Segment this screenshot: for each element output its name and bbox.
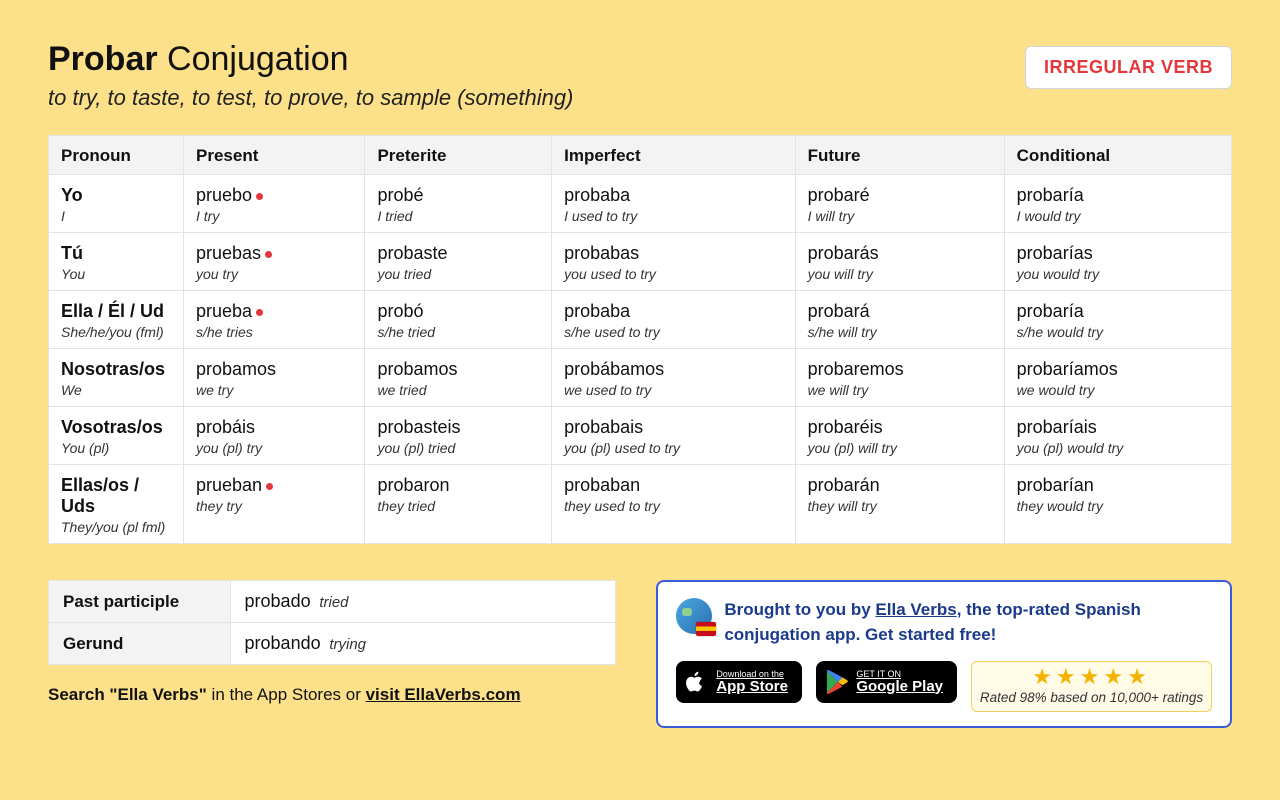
pronoun-cell: Vosotras/osYou (pl) <box>49 407 184 465</box>
table-row: YoIprueboI tryprobéI triedprobabaI used … <box>49 175 1232 233</box>
verb-definition: to try, to taste, to test, to prove, to … <box>48 85 573 111</box>
play-icon <box>826 670 848 694</box>
table-row: Past participle probado tried <box>49 581 616 623</box>
conjugation-cell: probabaI used to try <box>552 175 795 233</box>
verb-name: Probar <box>48 40 158 78</box>
promo-box: Brought to you by Ella Verbs, the top-ra… <box>656 580 1232 728</box>
conjugation-cell: pruebasyou try <box>184 233 365 291</box>
title-suffix: Conjugation <box>167 40 348 78</box>
past-participle-sub: tried <box>319 594 348 611</box>
conjugation-cell: pruebas/he tries <box>184 291 365 349</box>
gerund-sub: trying <box>329 636 366 653</box>
irregular-dot <box>265 251 272 258</box>
conjugation-cell: probasteyou tried <box>365 233 552 291</box>
conjugation-cell: prueboI try <box>184 175 365 233</box>
conjugation-cell: probarásyou will try <box>795 233 1004 291</box>
page-title: Probar Conjugation <box>48 40 573 79</box>
apple-icon <box>686 670 706 694</box>
conjugation-cell: probaríasyou would try <box>1004 233 1231 291</box>
rating-text: Rated 98% based on 10,000+ ratings <box>978 690 1205 705</box>
ellaverbs-link[interactable]: visit EllaVerbs.com <box>366 685 521 704</box>
irregular-badge: IRREGULAR VERB <box>1025 46 1232 89</box>
table-row: TúYoupruebasyou tryprobasteyou triedprob… <box>49 233 1232 291</box>
conjugation-cell: probamoswe tried <box>365 349 552 407</box>
app-icon <box>676 598 712 634</box>
conjugation-cell: probaríaI would try <box>1004 175 1231 233</box>
table-row: Ella / Él / UdShe/he/you (fml)pruebas/he… <box>49 291 1232 349</box>
conjugation-cell: probaremoswe will try <box>795 349 1004 407</box>
conjugation-cell: probaréI will try <box>795 175 1004 233</box>
column-header: Future <box>795 136 1004 175</box>
conjugation-cell: probabas/he used to try <box>552 291 795 349</box>
conjugation-cell: probarías/he would try <box>1004 291 1231 349</box>
promo-text: Brought to you by Ella Verbs, the top-ra… <box>724 598 1212 647</box>
pronoun-cell: Ellas/os / UdsThey/you (pl fml) <box>49 465 184 544</box>
irregular-dot <box>266 483 273 490</box>
pronoun-cell: Nosotras/osWe <box>49 349 184 407</box>
gerund-cell: probando trying <box>230 623 616 665</box>
table-row: Nosotras/osWeprobamoswe tryprobamoswe tr… <box>49 349 1232 407</box>
promo-prefix: Brought to you by <box>724 600 875 619</box>
search-middle: in the App Stores or <box>207 685 366 704</box>
conjugation-cell: probáisyou (pl) try <box>184 407 365 465</box>
conjugation-cell: probasteisyou (pl) tried <box>365 407 552 465</box>
irregular-dot <box>256 193 263 200</box>
gerund-value: probando <box>245 633 321 653</box>
column-header: Pronoun <box>49 136 184 175</box>
pronoun-cell: TúYou <box>49 233 184 291</box>
conjugation-cell: probabasyou used to try <box>552 233 795 291</box>
app-store-button[interactable]: Download on the App Store <box>676 661 802 703</box>
appstore-big: App Store <box>716 679 788 696</box>
past-participle-value: probado <box>245 591 311 611</box>
column-header: Present <box>184 136 365 175</box>
irregular-dot <box>256 309 263 316</box>
conjugation-cell: probéI tried <box>365 175 552 233</box>
search-instruction: Search "Ella Verbs" in the App Stores or… <box>48 685 616 705</box>
conjugation-cell: probábamoswe used to try <box>552 349 795 407</box>
past-participle-cell: probado tried <box>230 581 616 623</box>
conjugation-cell: probaríaisyou (pl) would try <box>1004 407 1231 465</box>
column-header: Imperfect <box>552 136 795 175</box>
past-participle-label: Past participle <box>49 581 231 623</box>
promo-link[interactable]: Ella Verbs <box>875 600 956 619</box>
conjugation-cell: probaríamoswe would try <box>1004 349 1231 407</box>
pronoun-cell: Ella / Él / UdShe/he/you (fml) <box>49 291 184 349</box>
conjugation-cell: probaríanthey would try <box>1004 465 1231 544</box>
conjugation-cell: probós/he tried <box>365 291 552 349</box>
table-row: Gerund probando trying <box>49 623 616 665</box>
table-row: Ellas/os / UdsThey/you (pl fml)pruebanth… <box>49 465 1232 544</box>
conjugation-cell: probarás/he will try <box>795 291 1004 349</box>
table-row: Vosotras/osYou (pl)probáisyou (pl) trypr… <box>49 407 1232 465</box>
conjugation-cell: probaréisyou (pl) will try <box>795 407 1004 465</box>
conjugation-table: PronounPresentPreteriteImperfectFutureCo… <box>48 135 1232 544</box>
forms-table: Past participle probado tried Gerund pro… <box>48 580 616 665</box>
conjugation-cell: probabaisyou (pl) used to try <box>552 407 795 465</box>
rating-box: ★★★★★ Rated 98% based on 10,000+ ratings <box>971 661 1212 712</box>
conjugation-cell: probamoswe try <box>184 349 365 407</box>
conjugation-cell: probaronthey tried <box>365 465 552 544</box>
gerund-label: Gerund <box>49 623 231 665</box>
play-big: Google Play <box>856 679 943 696</box>
column-header: Conditional <box>1004 136 1231 175</box>
pronoun-cell: YoI <box>49 175 184 233</box>
conjugation-cell: pruebanthey try <box>184 465 365 544</box>
conjugation-cell: probaránthey will try <box>795 465 1004 544</box>
google-play-button[interactable]: GET IT ON Google Play <box>816 661 957 703</box>
conjugation-cell: probabanthey used to try <box>552 465 795 544</box>
star-icons: ★★★★★ <box>978 666 1205 688</box>
search-prefix: Search "Ella Verbs" <box>48 685 207 704</box>
column-header: Preterite <box>365 136 552 175</box>
